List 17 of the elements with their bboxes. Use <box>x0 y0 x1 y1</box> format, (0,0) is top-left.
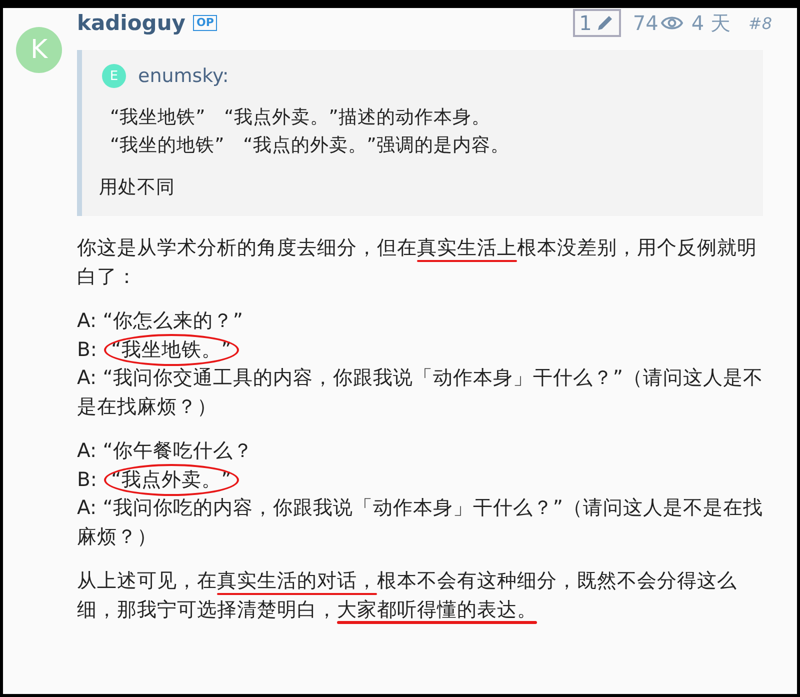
quote-author[interactable]: enumsky: <box>138 65 229 87</box>
edit-history-button[interactable]: 1 <box>573 9 621 37</box>
quote-line: “我坐的地铁” “我点的外卖。”强调的是内容。 <box>109 134 510 158</box>
dialogue-line: A: “你午餐吃什么？ <box>77 438 254 464</box>
view-count: 74 <box>632 11 658 35</box>
op-badge: OP <box>193 15 217 31</box>
post-number[interactable]: #8 <box>748 14 772 32</box>
dialogue-line: A: “你怎么来的？” <box>77 308 244 334</box>
dialogue-line: A: “我问你吃的内容，你跟我说「动作本身」干什么？”（请问这人是不是在找麻烦？） <box>77 495 764 550</box>
post-age: 4 天 <box>691 10 730 36</box>
paragraph: 你这是从学术分析的角度去细分，但在真实生活上根本没差别，用个反例就明白了： <box>77 235 758 290</box>
quote-line: 用处不同 <box>99 176 176 200</box>
username[interactable]: kadioguy <box>77 11 186 35</box>
quote-line: “我坐地铁” “我点外卖。”描述的动作本身。 <box>109 106 492 130</box>
eye-icon <box>661 15 684 31</box>
dialogue-line: A: “我问你交通工具的内容，你跟我说「动作本身」干什么？”（请问这人是不是在找麻烦？） <box>77 365 764 420</box>
paragraph: 从上述可见，在真实生活的对话，根本不会有这种细分，既然不会分得这么细，那我宁可选择清楚明白，大家都听得懂的表达。 <box>77 567 767 624</box>
